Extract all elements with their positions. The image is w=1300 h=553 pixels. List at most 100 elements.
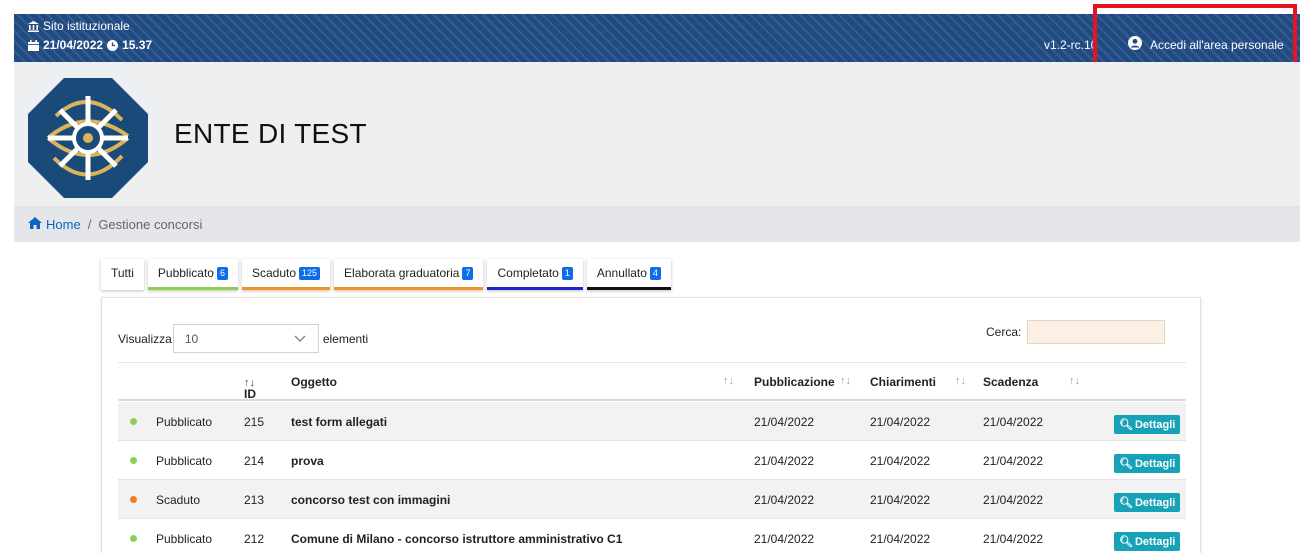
calendar-icon (28, 39, 39, 51)
current-time: 15.37 (122, 38, 153, 52)
status-dot (130, 457, 137, 464)
tab-label: Tutti (111, 266, 134, 280)
home-icon (28, 216, 42, 232)
count-badge: 7 (462, 266, 474, 280)
count-badge: 4 (649, 266, 661, 280)
search-icon: 🔍︎ (1119, 419, 1133, 431)
tab-scaduto[interactable]: Scaduto 125 (241, 259, 331, 290)
details-button[interactable]: 🔍︎ Dettagli (1114, 532, 1181, 551)
clock-icon (107, 39, 119, 51)
search-icon: 🔍︎ (1119, 497, 1133, 509)
tab-tutti[interactable]: Tutti (101, 259, 144, 290)
breadcrumb: Home / Gestione concorsi (14, 206, 1300, 242)
app-version: v1.2-rc.10 (1044, 38, 1098, 52)
site-link[interactable]: Sito istituzionale (28, 19, 130, 33)
column-header-clarifications[interactable]: Chiarimenti (870, 375, 936, 389)
column-label: ID (244, 387, 256, 401)
status-dot (130, 535, 137, 542)
sort-icon: ↑↓ (723, 375, 734, 387)
breadcrumb-home-link[interactable]: Home (28, 216, 81, 232)
status-text: Pubblicato (156, 415, 213, 429)
current-date: 21/04/2022 (43, 38, 104, 52)
count-badge: 6 (216, 266, 228, 280)
row-id: 214 (244, 454, 265, 468)
tab-elaborata-graduatoria[interactable]: Elaborata graduatoria 7 (334, 259, 484, 290)
login-button[interactable]: Accedi all'area personale (1128, 36, 1284, 53)
tab-label: Annullato (596, 266, 647, 280)
tab-completato[interactable]: Completato 1 (487, 259, 583, 290)
row-publication: 21/04/2022 (754, 493, 815, 507)
details-label: Dettagli (1134, 418, 1176, 431)
search-icon: 🔍︎ (1119, 458, 1133, 470)
page-size-select[interactable]: 10 (172, 324, 319, 353)
page-size-value: 10 (184, 331, 199, 346)
row-clarifications: 21/04/2022 (870, 493, 931, 507)
row-id: 213 (244, 493, 265, 507)
sort-icon: ↑↓ (955, 375, 966, 387)
details-button[interactable]: 🔍︎ Dettagli (1114, 415, 1181, 434)
site-label: Sito istituzionale (43, 19, 130, 33)
tab-label: Pubblicato (157, 266, 214, 280)
details-label: Dettagli (1134, 535, 1176, 548)
table-row: Pubblicato 215 test form allegati 21/04/… (118, 402, 1186, 441)
status-text: Pubblicato (156, 454, 213, 468)
chevron-down-icon (294, 332, 306, 346)
table-row: Scaduto 213 concorso test con immagini 2… (118, 480, 1186, 519)
row-publication: 21/04/2022 (754, 532, 815, 546)
row-deadline: 21/04/2022 (983, 493, 1044, 507)
tab-label: Elaborata graduatoria (344, 266, 460, 280)
details-label: Dettagli (1134, 457, 1176, 470)
breadcrumb-separator: / (87, 216, 92, 232)
status-text: Pubblicato (156, 532, 213, 546)
count-badge: 125 (299, 266, 321, 280)
column-header-deadline[interactable]: Scadenza (983, 375, 1038, 389)
top-bar: Sito istituzionale 21/04/2022 15.37 v1.2… (14, 14, 1300, 62)
status-tabs: Tutti Pubblicato 6 Scaduto 125 Elaborata… (101, 259, 671, 290)
page-size-control: Visualizza 10 elementi (118, 324, 368, 353)
row-deadline: 21/04/2022 (983, 532, 1044, 546)
sort-icon: ↑↓ (1069, 375, 1080, 387)
competitions-card: Visualizza 10 elementi Cerca: ID ↑↓ Ogge… (101, 297, 1201, 553)
row-id: 215 (244, 415, 265, 429)
row-deadline: 21/04/2022 (983, 454, 1044, 468)
row-id: 212 (244, 532, 265, 546)
column-header-id[interactable]: ID ↑↓ (244, 375, 256, 401)
table-row: Pubblicato 212 Comune di Milano - concor… (118, 519, 1186, 553)
column-header-publication[interactable]: Pubblicazione (754, 375, 835, 389)
details-button[interactable]: 🔍︎ Dettagli (1114, 454, 1181, 473)
row-publication: 21/04/2022 (754, 454, 815, 468)
status-text: Scaduto (156, 493, 201, 507)
tab-pubblicato[interactable]: Pubblicato 6 (147, 259, 238, 290)
search-label: Cerca: (986, 325, 1022, 339)
tab-label: Completato (497, 266, 559, 280)
search-icon: 🔍︎ (1119, 536, 1133, 548)
tab-label: Scaduto (251, 266, 297, 280)
row-object: prova (291, 454, 324, 468)
row-object: test form allegati (291, 415, 388, 429)
details-label: Dettagli (1134, 496, 1176, 509)
row-clarifications: 21/04/2022 (870, 532, 931, 546)
login-label: Accedi all'area personale (1150, 37, 1284, 52)
page-size-suffix: elementi (322, 331, 369, 346)
breadcrumb-current: Gestione concorsi (98, 216, 203, 232)
entity-logo[interactable] (26, 76, 150, 200)
user-circle-icon (1128, 36, 1142, 53)
row-publication: 21/04/2022 (754, 415, 815, 429)
column-header-object[interactable]: Oggetto (291, 375, 337, 389)
page-size-label: Visualizza (118, 331, 172, 346)
details-button[interactable]: 🔍︎ Dettagli (1114, 493, 1181, 512)
datetime: 21/04/2022 15.37 (28, 38, 152, 52)
status-dot (130, 418, 137, 425)
site-header: ENTE DI TEST (14, 62, 1300, 206)
row-clarifications: 21/04/2022 (870, 454, 931, 468)
status-dot (130, 496, 137, 503)
search-input[interactable] (1027, 320, 1166, 344)
bank-icon (28, 20, 39, 32)
table-header: ID ↑↓ Oggetto ↑↓ Pubblicazione ↑↓ Chiari… (118, 362, 1186, 401)
tab-annullato[interactable]: Annullato 4 (586, 259, 671, 290)
row-object: concorso test con immagini (291, 493, 451, 507)
breadcrumb-home-label: Home (46, 216, 81, 232)
table-row: Pubblicato 214 prova 21/04/2022 21/04/20… (118, 441, 1186, 480)
row-clarifications: 21/04/2022 (870, 415, 931, 429)
sort-icon: ↑↓ (840, 375, 851, 387)
